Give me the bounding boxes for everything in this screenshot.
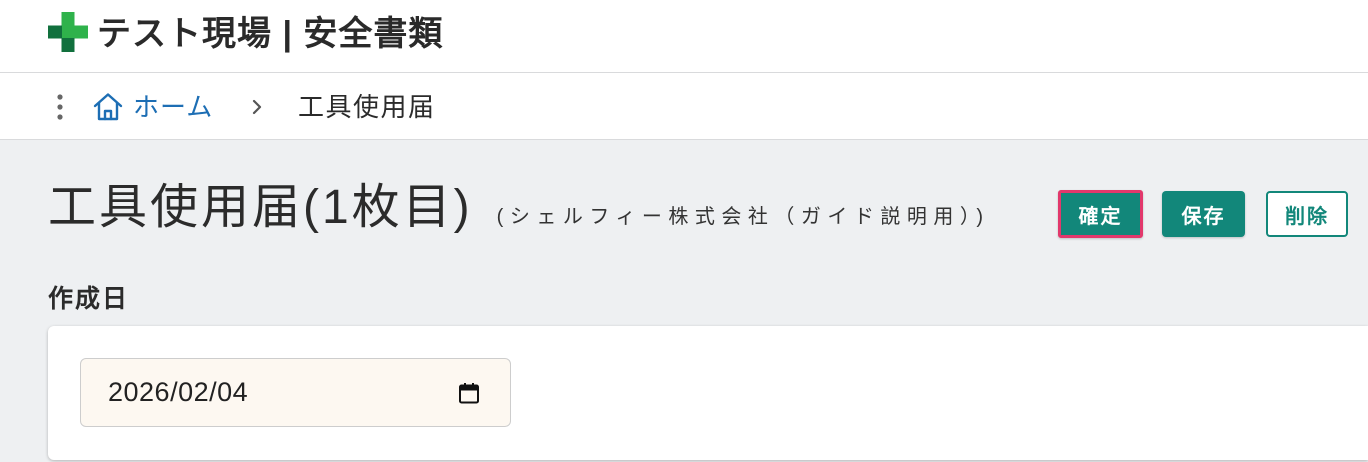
page-title: 工具使用届(1枚目)	[48, 181, 473, 234]
created-date-label: 作成日	[48, 285, 130, 313]
calendar-icon[interactable]	[457, 381, 481, 405]
save-button[interactable]: 保存	[1162, 191, 1245, 237]
chevron-right-icon	[252, 99, 262, 115]
confirm-button[interactable]: 確定	[1058, 190, 1143, 238]
breadcrumb-current: 工具使用届	[298, 92, 436, 122]
home-icon[interactable]	[92, 91, 124, 123]
app-header: テスト現場 | 安全書類	[0, 0, 1368, 73]
breadcrumb-home-link[interactable]: ホーム	[92, 90, 213, 124]
form-card	[48, 326, 1368, 460]
kebab-menu-icon[interactable]	[55, 93, 65, 121]
breadcrumb-home-label[interactable]: ホーム	[133, 90, 213, 124]
page-title-row: 工具使用届(1枚目) (シェルフィー株式会社（ガイド説明用）)	[48, 178, 990, 238]
app-title: テスト現場 | 安全書類	[97, 15, 444, 53]
created-date-input[interactable]	[81, 359, 510, 426]
breadcrumb: ホーム 工具使用届	[0, 73, 1368, 140]
created-date-field[interactable]	[80, 358, 511, 427]
page-subtitle: (シェルフィー株式会社（ガイド説明用）)	[496, 206, 990, 228]
delete-button[interactable]: 削除	[1266, 191, 1348, 237]
app-logo	[48, 12, 88, 52]
